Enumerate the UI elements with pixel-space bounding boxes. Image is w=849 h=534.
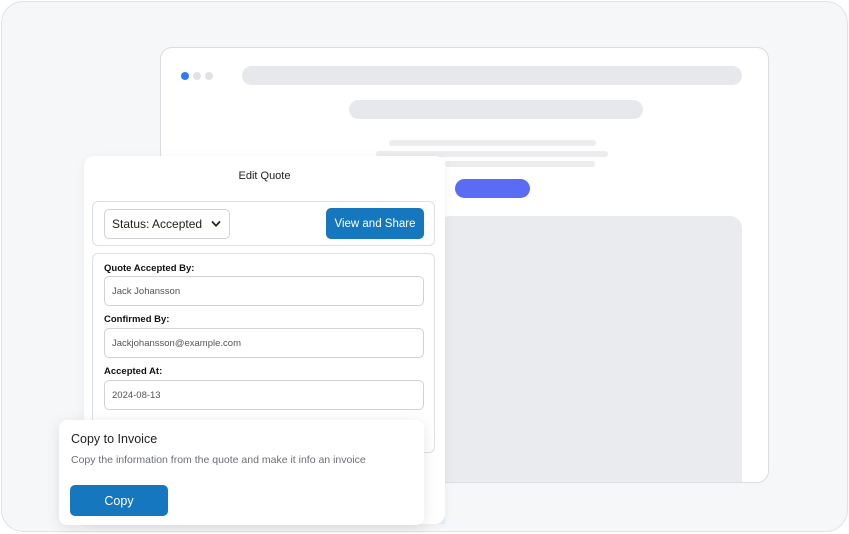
window-dot-icon — [181, 72, 189, 80]
panel-title: Edit Quote — [238, 170, 291, 182]
status-select[interactable]: Status: Accepted — [104, 209, 230, 239]
copy-button[interactable]: Copy — [70, 485, 168, 516]
quote-accepted-by-input[interactable]: Jack Johansson — [104, 276, 424, 306]
confirmed-by-input[interactable]: Jackjohansson@example.com — [104, 328, 424, 358]
content-placeholder — [438, 216, 742, 482]
copy-card-title: Copy to Invoice — [71, 432, 158, 446]
field-label: Accepted At: — [104, 366, 163, 377]
copy-to-invoice-card: Copy to Invoice Copy the information fro… — [59, 420, 424, 525]
status-select-value: Status: Accepted — [112, 217, 203, 231]
view-and-share-button[interactable]: View and Share — [326, 208, 424, 239]
cta-placeholder — [455, 179, 530, 198]
text-line-placeholder — [445, 161, 595, 167]
quote-toolbar: Status: Accepted View and Share — [92, 201, 435, 246]
chevron-down-icon — [211, 221, 221, 227]
window-dot-icon — [193, 72, 201, 80]
field-label: Quote Accepted By: — [104, 263, 195, 274]
heading-placeholder — [349, 100, 643, 119]
text-line-placeholder — [389, 140, 596, 146]
window-dot-icon — [205, 72, 213, 80]
copy-card-description: Copy the information from the quote and … — [71, 454, 366, 466]
accepted-at-input[interactable]: 2024-08-13 — [104, 380, 424, 410]
address-bar-placeholder — [242, 66, 742, 85]
field-label: Confirmed By: — [104, 314, 170, 325]
